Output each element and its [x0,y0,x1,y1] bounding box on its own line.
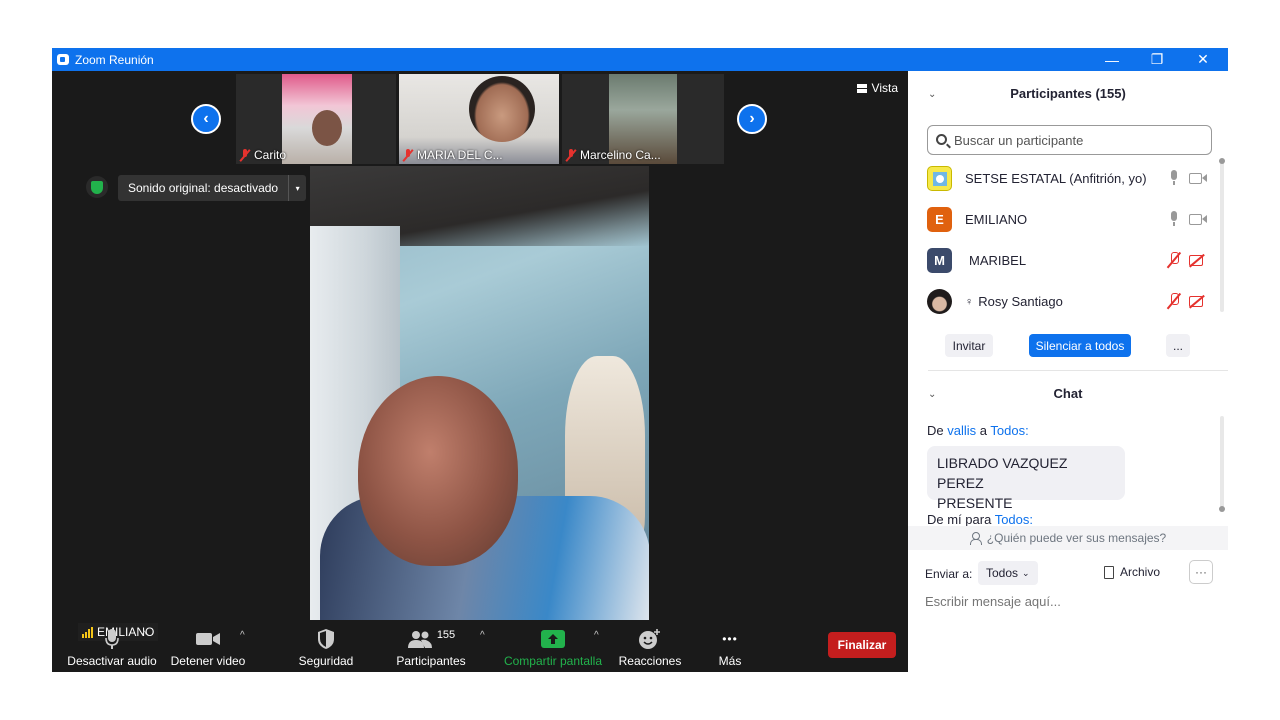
participant-row[interactable]: SETSE ESTATAL (Anfitrión, yo) [927,164,1207,192]
file-button[interactable]: Archivo [1104,565,1160,579]
video-camera-icon [196,633,220,645]
muted-mic-icon[interactable] [1168,293,1180,309]
gallery-prev-button[interactable]: ‹ [191,104,221,134]
share-options-caret[interactable]: ^ [594,630,599,641]
thumbnail-marcelino[interactable]: Marcelino Ca... [562,74,724,164]
who-can-see-link[interactable]: ¿Quién puede ver sus mensajes? [908,526,1228,550]
end-meeting-button[interactable]: Finalizar [828,632,896,658]
microphone-icon[interactable] [1168,211,1180,227]
chat-message-bubble: LIBRADO VAZQUEZ PEREZ PRESENTE [927,446,1125,511]
microphone-icon[interactable] [1168,170,1180,186]
grid-icon [856,83,867,93]
video-camera-icon[interactable] [1189,172,1207,184]
participants-icon [407,631,432,648]
panel-divider [928,370,1228,371]
participants-options-caret[interactable]: ^ [480,630,485,641]
participant-search-input[interactable]: Buscar un participante [927,125,1212,155]
share-screen-icon [541,630,565,648]
thumbnail-name: Marcelino Ca... [566,148,661,162]
active-speaker-video [310,166,649,620]
share-screen-button[interactable]: Compartir pantalla [500,624,606,668]
chat-title: Chat [1053,386,1083,401]
meeting-area: ‹ Carito MARIA DEL C... Marcelino Ca... … [52,71,908,672]
participants-title: Participantes (155) [1010,86,1126,101]
side-panel: ⌄ Participantes (155) Buscar un particip… [908,71,1228,672]
restore-button[interactable]: ❐ [1134,48,1180,71]
thumbnail-name: MARIA DEL C... [403,148,503,162]
avatar [927,289,952,314]
window-title: Zoom Reunión [75,53,154,67]
chat-message-input[interactable] [925,594,1215,609]
stop-video-button[interactable]: Detener video [166,624,250,668]
muted-mic-icon [566,148,576,162]
recipient-link[interactable]: Todos: [995,512,1033,526]
person-icon [969,532,982,545]
smiley-plus-icon [639,629,660,649]
participant-row[interactable]: M MARIBEL [927,246,1207,274]
original-sound-button[interactable]: Sonido original: desactivado ▾ [118,175,307,201]
message-header: De vallis a Todos: [927,423,1029,438]
gallery-next-button[interactable]: › [737,104,767,134]
sender-link[interactable]: vallis [947,423,976,438]
send-to-dropdown[interactable]: Todos ⌄ [978,561,1038,585]
thumbnail-carito[interactable]: Carito [236,74,396,164]
zoom-logo-icon [57,54,69,65]
muted-mic-icon[interactable] [1168,252,1180,268]
video-off-icon[interactable] [1189,254,1207,266]
security-button[interactable]: Seguridad [292,624,360,668]
mute-button[interactable]: Desactivar audio [60,624,164,668]
pin-icon: ♀ [965,295,974,308]
mute-options-caret[interactable]: ^ [142,630,147,641]
chat-more-button[interactable]: ··· [1189,560,1213,584]
thumbnail-name: Carito [240,148,286,162]
file-icon [1104,565,1114,579]
reactions-button[interactable]: Reacciones [616,624,684,668]
chevron-down-icon[interactable]: ▾ [288,175,306,201]
more-button[interactable]: ••• Más [704,624,756,668]
avatar [927,166,952,191]
participants-count: 155 [436,629,456,641]
chevron-down-icon: ⌄ [1022,567,1030,578]
recipient-link[interactable]: Todos: [990,423,1028,438]
minimize-button[interactable]: — [1089,48,1135,71]
avatar: M [927,248,952,273]
participants-button[interactable]: 155 Participantes [392,624,470,668]
invite-button[interactable]: Invitar [945,334,993,357]
mute-all-button[interactable]: Silenciar a todos [1029,334,1131,357]
search-icon [936,134,947,145]
thumbnail-person [469,76,535,142]
encryption-shield-icon[interactable] [86,176,108,198]
thumbnail-person [312,110,342,146]
video-options-caret[interactable]: ^ [240,630,245,641]
avatar: E [927,207,952,232]
participant-row[interactable]: ♀ Rosy Santiago [927,287,1207,315]
participant-row[interactable]: E EMILIANO [927,205,1207,233]
close-button[interactable]: ✕ [1180,48,1226,71]
participants-scrollbar[interactable] [1219,158,1225,312]
send-to-label: Enviar a: [925,567,973,581]
muted-mic-icon [403,148,413,162]
organization-logo-icon [932,171,947,186]
video-camera-icon[interactable] [1189,213,1207,225]
ellipsis-icon: ••• [722,632,738,646]
chat-messages: De vallis a Todos: LIBRADO VAZQUEZ PEREZ… [908,416,1228,526]
video-off-icon[interactable] [1189,295,1207,307]
participants-more-button[interactable]: ... [1166,334,1190,357]
message-header: De mí para Todos: [927,512,1034,526]
title-bar: Zoom Reunión — ❐ ✕ [52,48,1228,71]
shield-icon [318,629,334,649]
zoom-window: Zoom Reunión — ❐ ✕ ‹ Carito MARIA DEL C.… [52,48,1228,672]
view-button[interactable]: Vista [856,81,898,95]
meeting-toolbar: Desactivar audio ^ Detener video ^ Segur… [52,622,908,672]
thumbnail-maria[interactable]: MARIA DEL C... [399,74,559,164]
muted-mic-icon [240,148,250,162]
microphone-icon [105,629,119,649]
chat-scrollbar[interactable] [1219,416,1225,512]
